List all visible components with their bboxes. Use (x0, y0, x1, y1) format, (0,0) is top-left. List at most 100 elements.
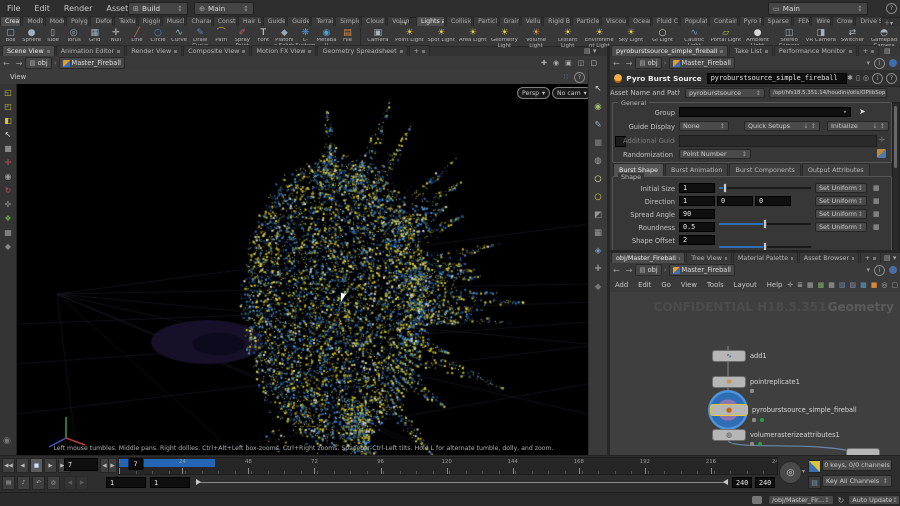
shelf-tab[interactable]: Model (44, 16, 66, 26)
node-pointreplicate1[interactable]: ❋ (712, 376, 746, 388)
shelf-tab[interactable]: Particles (473, 16, 498, 26)
param-tab[interactable]: Output Attributes (801, 163, 870, 176)
forward-icon[interactable]: → (623, 59, 636, 68)
shelf-tab[interactable]: FEM (793, 16, 811, 26)
sync-icon[interactable] (889, 59, 897, 67)
direction-z-field[interactable]: 0 (755, 196, 791, 206)
tool-path[interactable]: ⌒ Path (211, 27, 232, 44)
viewport-help-icon[interactable]: ? (574, 71, 585, 83)
range-slider-right-handle[interactable] (723, 479, 728, 485)
timeline-zoom-button[interactable]: ◎ (779, 461, 802, 484)
shelf-tab[interactable]: Modify (22, 16, 44, 26)
select-arrow-icon[interactable]: ↖ (5, 130, 12, 139)
node-help-icon[interactable]: ? (886, 72, 897, 84)
range-slider-track[interactable] (196, 482, 728, 483)
info-icon[interactable]: i (874, 57, 885, 69)
snapshot-icon[interactable]: ▣ (565, 59, 572, 67)
zoom-icon[interactable]: ◎ (881, 281, 887, 289)
chevron-down-icon[interactable]: ▾ (866, 266, 870, 274)
pane-menu-icon-2[interactable]: ▤ (884, 47, 891, 55)
tool-switcher[interactable]: ⇄ Switcher (837, 27, 869, 44)
node-partial[interactable] (846, 448, 880, 455)
shelf-tab[interactable]: Lights an... (416, 16, 445, 26)
path-node-chip[interactable]: Master_Fireball (58, 57, 125, 69)
shelf-tab[interactable]: Viscous... (600, 16, 628, 26)
set-uniform-dropdown[interactable]: Set Uniform ↕ (815, 209, 867, 219)
update-icon[interactable] (889, 266, 897, 274)
group-select-arrow-icon[interactable]: ➤ (859, 107, 866, 116)
context-dropdown[interactable]: /obj/Master_Fir... ↕ (767, 495, 834, 505)
material-icon[interactable]: ◈ (595, 246, 602, 256)
shelf-tab[interactable]: Sparse Py... (762, 16, 793, 26)
wireframe-icon[interactable]: ▦ (594, 228, 602, 238)
shelf-tab[interactable]: Vellum (520, 16, 543, 26)
snapshot-lock-icon[interactable]: ■ (594, 138, 602, 148)
asset-name-dropdown[interactable]: pyroburstsource ↕ (685, 87, 765, 98)
shelf-tab[interactable]: Create (0, 16, 22, 26)
select-objects-icon[interactable]: ◱ (4, 88, 12, 97)
shading-icon[interactable]: ◩ (594, 210, 602, 220)
view-mode-label[interactable]: View (0, 73, 26, 81)
back-icon[interactable]: ← (610, 266, 623, 275)
back-icon[interactable]: ← (0, 59, 13, 68)
display-options-icon[interactable]: ◆ (595, 282, 602, 292)
shelf-tab[interactable]: Wires (811, 16, 831, 26)
chevron-down-icon[interactable]: ▾ (843, 108, 847, 116)
tool-point-light[interactable]: ☀ Point Light (394, 27, 426, 44)
no-cam-button[interactable]: No cam ▾ (552, 87, 592, 99)
tool-spot-light[interactable]: ☀ Spot Light (425, 27, 457, 44)
key-mode-dropdown[interactable]: Key All Channels ↕ (822, 475, 892, 487)
pane-tab[interactable]: Tree View (686, 252, 732, 263)
box-icon[interactable]: ■ (871, 281, 878, 289)
grid-icon[interactable]: ▦ (807, 281, 814, 289)
shelf-tab[interactable]: Fluid Co... (651, 16, 679, 26)
viewport-camera-icon[interactable]: ◉ (3, 436, 11, 446)
lock-icon[interactable]: ■ (4, 144, 12, 153)
menu-item[interactable]: File (0, 0, 27, 17)
shelf-tab[interactable]: Containe... (709, 16, 738, 26)
current-frame-field[interactable]: 7 (64, 458, 98, 471)
view-options-icon[interactable]: ✚ (594, 264, 601, 274)
path-root-chip[interactable]: ▤ obj (635, 264, 662, 276)
tool-vr-camera[interactable]: ◨ VR Camera (805, 27, 837, 44)
param-tab[interactable]: Burst Animation (664, 163, 729, 176)
show-selected-icon[interactable]: ◉ (594, 102, 601, 112)
menu-item[interactable]: Render (57, 0, 99, 17)
forward-icon[interactable]: → (623, 266, 636, 275)
playback-start-field[interactable]: 1 (150, 477, 190, 488)
initialize-button[interactable]: Initialize ↓ ↕ (827, 121, 889, 131)
lighting-icon[interactable]: ○ (594, 192, 601, 202)
shelf-tab[interactable]: Guide... (287, 16, 311, 26)
pane-tab[interactable]: Scene View (2, 45, 55, 56)
node-pyroburstsource[interactable]: ● (710, 404, 748, 416)
initial-size-field[interactable]: 1 (679, 183, 715, 193)
pane-tab[interactable]: + (408, 45, 430, 56)
timeline-ruler[interactable]: 1 24 48 72 96 120 144 168 192 216 240 7 (118, 457, 778, 475)
tool-null[interactable]: ✛ Null (105, 27, 126, 44)
snap-icon[interactable]: ❖ (4, 214, 11, 223)
pane-tab[interactable]: + (859, 252, 881, 263)
shelf-tab[interactable]: Drive Si... (855, 16, 882, 26)
shelf-tab[interactable]: Rigid Bo... (543, 16, 571, 26)
layout-grid-icon[interactable]: ▦ (828, 281, 835, 289)
tool-line[interactable]: ╱ Line (126, 27, 147, 44)
grid-toggle-icon[interactable]: ▦ (4, 228, 12, 237)
back-icon[interactable]: ← (610, 59, 623, 68)
randomization-dropdown[interactable]: Point Number ↕ (679, 149, 751, 159)
tool-font[interactable]: T Font (253, 27, 274, 44)
tool-tube[interactable]: ▯ Tube (42, 27, 63, 44)
layout-icon[interactable]: ◫ (578, 59, 585, 67)
shape-offset-field[interactable]: 2 (679, 235, 715, 245)
shelf-tab[interactable]: Populate... (679, 16, 709, 26)
pane-tab[interactable]: obj/Master_Fireball (611, 252, 686, 263)
pane-menu-icon-3[interactable]: ▤ ▾ (884, 254, 896, 262)
pane-tab[interactable]: Take List (729, 45, 773, 56)
stop-button[interactable]: ■ (30, 458, 43, 473)
node-volumerasterizeattributes1[interactable]: ◍ (712, 429, 746, 441)
desktop-right-selector[interactable]: ▭ Main ↕ (768, 2, 868, 15)
shelf-tab[interactable]: Pyro FX (738, 16, 762, 26)
page-icon[interactable]: ▢ (590, 59, 597, 67)
initial-size-slider[interactable] (719, 183, 811, 193)
info-icon[interactable]: i (874, 264, 885, 276)
tool-sky-light[interactable]: ☀ Sky Light (615, 27, 647, 44)
